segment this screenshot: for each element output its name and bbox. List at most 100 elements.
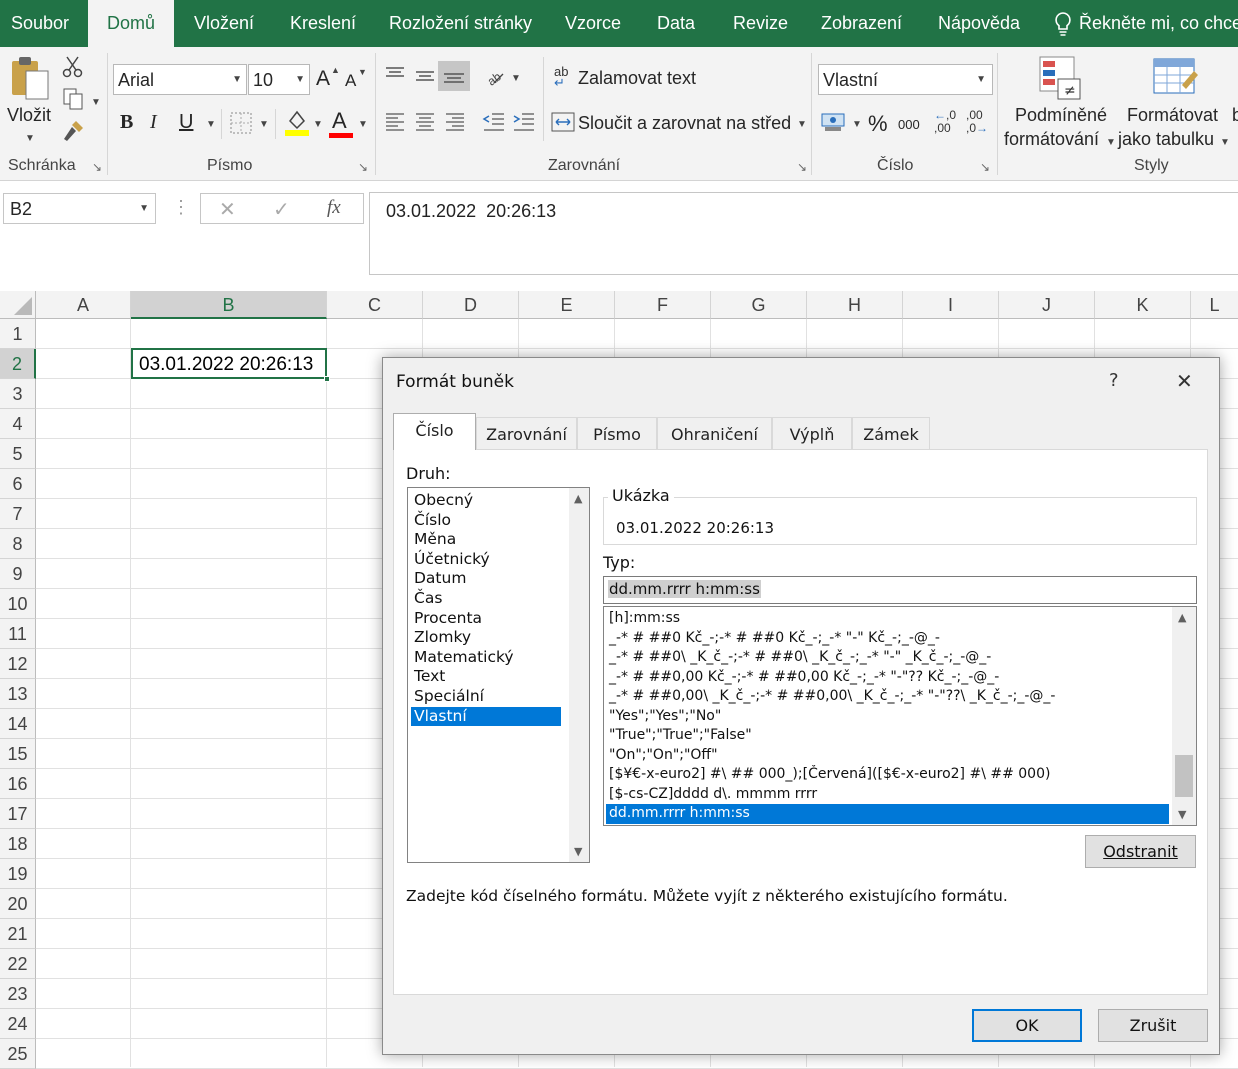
dialog-close-button[interactable]: ✕ xyxy=(1176,369,1193,393)
row-header-11[interactable]: 11 xyxy=(0,619,36,649)
name-box-dropdown-arrow[interactable]: ▼ xyxy=(139,203,149,214)
format-scroll-up-arrow-icon[interactable]: ▲ xyxy=(1178,611,1186,624)
italic-button[interactable]: I xyxy=(150,111,157,134)
category-item[interactable]: Procenta xyxy=(411,609,561,629)
accounting-format-icon[interactable] xyxy=(821,111,847,138)
cell-styles-button-clipped[interactable]: b xyxy=(1232,105,1238,126)
tab-review[interactable]: Revize xyxy=(733,0,788,47)
alignment-dialog-launcher-icon[interactable]: ↘ xyxy=(797,160,807,174)
delete-format-button[interactable]: Odstranit xyxy=(1085,835,1196,868)
conditional-formatting-dropdown-arrow[interactable]: ▼ xyxy=(1106,137,1116,148)
dialog-tab-protection[interactable]: Zámek xyxy=(852,417,930,450)
column-header-b[interactable]: B xyxy=(131,291,327,319)
conditional-formatting-button[interactable]: Podmíněné xyxy=(1015,105,1107,126)
row-header-5[interactable]: 5 xyxy=(0,439,36,469)
fill-color-icon[interactable] xyxy=(284,109,310,142)
number-dialog-launcher-icon[interactable]: ↘ xyxy=(980,160,990,174)
tell-me-search[interactable]: Řekněte mi, co chcete xyxy=(1079,0,1238,47)
column-header-k[interactable]: K xyxy=(1095,291,1191,319)
tab-draw[interactable]: Kreslení xyxy=(290,0,356,47)
tab-insert[interactable]: Vložení xyxy=(194,0,254,47)
percent-style-button[interactable]: % xyxy=(868,111,888,137)
type-input[interactable]: dd.mm.rrrr h:mm:ss xyxy=(603,576,1197,604)
row-header-7[interactable]: 7 xyxy=(0,499,36,529)
category-item[interactable]: Speciální xyxy=(411,687,561,707)
format-painter-icon[interactable] xyxy=(62,119,86,148)
row-header-13[interactable]: 13 xyxy=(0,679,36,709)
row-header-24[interactable]: 24 xyxy=(0,1009,36,1039)
font-name-box[interactable]: Arial ▼ xyxy=(113,64,247,95)
merge-dropdown-arrow[interactable]: ▼ xyxy=(797,119,807,130)
grow-font-button[interactable]: A xyxy=(316,67,330,91)
formula-input[interactable]: 03.01.2022 20:26:13 xyxy=(369,192,1238,275)
dialog-tab-font[interactable]: Písmo xyxy=(577,417,657,450)
row-header-12[interactable]: 12 xyxy=(0,649,36,679)
cut-icon[interactable] xyxy=(62,55,84,84)
borders-dropdown-arrow[interactable]: ▼ xyxy=(259,119,269,130)
format-item[interactable]: _-* # ##0\ _K_č_-;-* # ##0\ _K_č_-;_-* "… xyxy=(606,648,1169,668)
ok-button[interactable]: OK xyxy=(972,1009,1082,1042)
row-header-18[interactable]: 18 xyxy=(0,829,36,859)
decrease-decimal-button[interactable]: ,00 ,0→ xyxy=(966,109,994,135)
font-name-dropdown-arrow[interactable]: ▼ xyxy=(232,74,242,85)
row-header-20[interactable]: 20 xyxy=(0,889,36,919)
insert-function-icon[interactable]: fx xyxy=(327,197,341,219)
align-center-icon[interactable] xyxy=(414,111,436,138)
dialog-tab-alignment[interactable]: Zarovnání xyxy=(476,417,577,450)
increase-indent-icon[interactable] xyxy=(512,111,536,138)
category-scrollbar[interactable]: ▲ ▼ xyxy=(569,488,589,862)
font-size-dropdown-arrow[interactable]: ▼ xyxy=(295,74,305,85)
dialog-tab-number[interactable]: Číslo xyxy=(393,413,476,450)
column-header-j[interactable]: J xyxy=(999,291,1095,319)
row-header-25[interactable]: 25 xyxy=(0,1039,36,1069)
category-item[interactable]: Text xyxy=(411,667,561,687)
conditional-formatting-icon[interactable]: ≠ xyxy=(1038,55,1082,106)
row-header-14[interactable]: 14 xyxy=(0,709,36,739)
scroll-down-arrow-icon[interactable]: ▼ xyxy=(574,845,582,858)
format-item[interactable]: [$¥€-x-euro2] #\ ## 000_);[Červená]([$€-… xyxy=(606,765,1169,785)
copy-dropdown-arrow[interactable]: ▼ xyxy=(91,97,101,108)
underline-dropdown-arrow[interactable]: ▼ xyxy=(206,119,216,130)
fill-handle[interactable] xyxy=(324,376,330,382)
align-right-icon[interactable] xyxy=(444,111,466,138)
category-item[interactable]: Čas xyxy=(411,589,561,609)
category-list[interactable]: Obecný Číslo Měna Účetnický Datum Čas Procenta… xyxy=(407,487,590,863)
align-left-icon[interactable] xyxy=(384,111,406,138)
category-item[interactable]: Zlomky xyxy=(411,628,561,648)
accounting-dropdown-arrow[interactable]: ▼ xyxy=(852,119,862,130)
format-list[interactable]: [h]:mm:ss _-* # ##0 Kč_-;-* # ##0 Kč_-;_-… xyxy=(603,606,1197,826)
bold-button[interactable]: B xyxy=(120,111,133,134)
merge-center-button[interactable]: Sloučit a zarovnat na střed xyxy=(578,113,791,134)
number-format-dropdown-arrow[interactable]: ▼ xyxy=(976,74,986,85)
column-header-i[interactable]: I xyxy=(903,291,999,319)
scroll-up-arrow-icon[interactable]: ▲ xyxy=(574,492,582,505)
row-header-8[interactable]: 8 xyxy=(0,529,36,559)
format-item[interactable]: "On";"On";"Off" xyxy=(606,746,1169,766)
category-item[interactable]: Matematický xyxy=(411,648,561,668)
select-all-corner[interactable] xyxy=(0,291,36,319)
underline-button[interactable]: U xyxy=(179,111,193,134)
dialog-tab-fill[interactable]: Výplň xyxy=(772,417,852,450)
orientation-dropdown-arrow[interactable]: ▼ xyxy=(511,73,521,84)
format-item[interactable]: "Yes";"Yes";"No" xyxy=(606,707,1169,727)
paste-dropdown-arrow[interactable]: ▼ xyxy=(25,133,35,144)
row-header-17[interactable]: 17 xyxy=(0,799,36,829)
comma-style-button[interactable]: 000 xyxy=(898,117,920,132)
row-header-23[interactable]: 23 xyxy=(0,979,36,1009)
tab-page-layout[interactable]: Rozložení stránky xyxy=(389,0,532,47)
row-header-21[interactable]: 21 xyxy=(0,919,36,949)
wrap-text-button[interactable]: Zalamovat text xyxy=(578,68,696,89)
clipboard-paste-icon[interactable] xyxy=(10,55,50,108)
row-header-19[interactable]: 19 xyxy=(0,859,36,889)
format-item[interactable]: _-* # ##0 Kč_-;-* # ##0 Kč_-;_-* "-" Kč_… xyxy=(606,629,1169,649)
dialog-help-button[interactable]: ? xyxy=(1109,370,1119,391)
name-box[interactable]: B2 ▼ xyxy=(3,193,156,224)
active-cell-b2[interactable]: 03.01.2022 20:26:13 xyxy=(131,348,330,382)
decrease-indent-icon[interactable] xyxy=(482,111,506,138)
tab-home[interactable]: Domů xyxy=(88,0,174,47)
category-item[interactable]: Měna xyxy=(411,530,561,550)
font-dialog-launcher-icon[interactable]: ↘ xyxy=(358,160,368,174)
align-middle-icon[interactable] xyxy=(414,65,436,92)
copy-icon[interactable] xyxy=(62,87,86,116)
tab-view[interactable]: Zobrazení xyxy=(821,0,902,47)
